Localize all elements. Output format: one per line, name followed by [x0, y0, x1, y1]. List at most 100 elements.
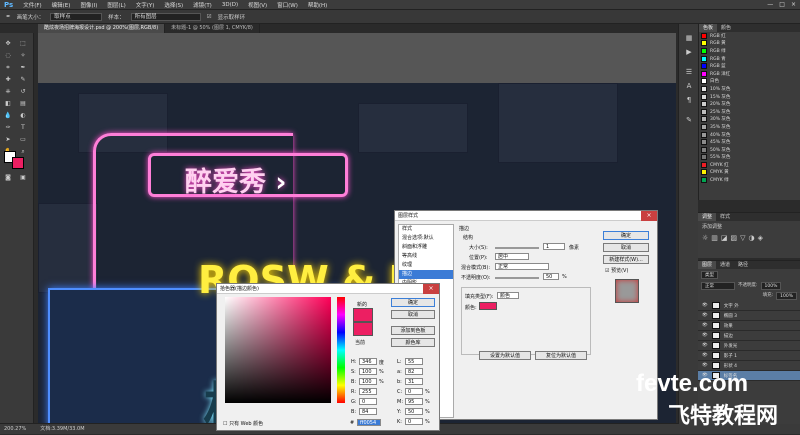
picker-field-input[interactable]: 82 [405, 368, 423, 375]
menu-select[interactable]: 选择(S) [164, 1, 183, 9]
visibility-eye-icon[interactable]: 👁 [702, 303, 708, 308]
screen-mode-icon[interactable]: ▣ [18, 173, 28, 182]
maximize-button[interactable]: □ [779, 1, 785, 8]
properties-icon[interactable]: ☰ [684, 68, 694, 76]
swatch-item[interactable]: CMYK 绿 [699, 176, 800, 184]
healing-brush-icon[interactable]: ✚ [3, 75, 13, 84]
visibility-eye-icon[interactable]: 👁 [702, 363, 708, 368]
swatch-item[interactable]: 50% 灰色 [699, 146, 800, 154]
swatch-item[interactable]: RGB 蓝 [699, 62, 800, 70]
menu-file[interactable]: 文件(F) [23, 1, 41, 9]
swatch-item[interactable]: 55% 灰色 [699, 154, 800, 162]
style-list-item[interactable]: 描边 [399, 270, 453, 279]
menu-filter[interactable]: 滤镜(T) [193, 1, 212, 9]
saturation-brightness-field[interactable] [225, 297, 331, 403]
menu-window[interactable]: 窗口(W) [277, 1, 298, 9]
current-color-swatch[interactable] [353, 322, 373, 336]
set-default-button[interactable]: 设置为默认值 [479, 351, 531, 360]
type-tool-icon[interactable]: T [18, 123, 28, 132]
picker-ok-button[interactable]: 确定 [391, 298, 435, 307]
picker-field-input[interactable]: 100 [359, 368, 377, 375]
picker-field-input[interactable]: 0 [405, 418, 423, 425]
menu-view[interactable]: 视图(V) [248, 1, 267, 9]
background-color-swatch[interactable] [12, 157, 24, 169]
brush-tool-icon[interactable]: ✎ [18, 75, 28, 84]
move-tool-icon[interactable]: ✥ [3, 39, 13, 48]
dialog-close-icon[interactable]: × [641, 211, 657, 221]
swatch-item[interactable]: 25% 灰色 [699, 108, 800, 116]
menu-help[interactable]: 帮助(H) [308, 1, 327, 9]
zoom-tool-icon[interactable]: ⌕ [18, 147, 28, 156]
shape-tool-icon[interactable]: ▭ [18, 135, 28, 144]
swatch-item[interactable]: 30% 灰色 [699, 116, 800, 124]
zoom-level[interactable]: 200.27% [4, 424, 26, 434]
tab-layers[interactable]: 图层 [698, 261, 717, 269]
visibility-eye-icon[interactable]: 👁 [702, 333, 708, 338]
tab-adjustments[interactable]: 调整 [698, 213, 717, 221]
blend-select[interactable]: 正常 [495, 263, 549, 270]
preview-checkbox[interactable]: ☑ 预览(V) [605, 267, 628, 274]
reset-default-button[interactable]: 复位为默认值 [535, 351, 587, 360]
menu-image[interactable]: 图像(I) [80, 1, 97, 9]
menu-edit[interactable]: 编辑(E) [52, 1, 71, 9]
picker-field-input[interactable]: 95 [405, 398, 423, 405]
swatch-item[interactable]: CMYK 红 [699, 161, 800, 169]
style-list-item[interactable]: 纹理 [399, 261, 453, 270]
actions-icon[interactable]: ▶ [684, 48, 694, 56]
fill-input[interactable]: 100% [776, 292, 797, 300]
size-input[interactable]: 1 [543, 243, 565, 250]
eraser-tool-icon[interactable]: ◧ [3, 99, 13, 108]
visibility-eye-icon[interactable]: 👁 [702, 323, 708, 328]
doc-tab-active[interactable]: 酷炫夜场招牌海报设计.psd @ 200%(图层,RGB/8) [38, 24, 166, 33]
blend-mode-select[interactable]: 正常 [701, 282, 735, 290]
position-select[interactable]: 居中 [495, 253, 529, 260]
swatch-item[interactable]: 20% 灰色 [699, 100, 800, 108]
layer-row[interactable]: 👁 椭圆 3 [698, 311, 800, 321]
history-icon[interactable]: ▦ [684, 34, 694, 42]
layer-row[interactable]: 👁 外发光 [698, 341, 800, 351]
tab-paths[interactable]: 路径 [734, 261, 752, 269]
layer-row[interactable]: 👁 效果 [698, 321, 800, 331]
opacity-input[interactable]: 100% [760, 282, 782, 290]
adjust-icons[interactable]: ☼▥◪▨▽◑◈ [698, 232, 800, 244]
menu-layer[interactable]: 图层(L) [107, 1, 125, 9]
swatch-item[interactable]: 15% 灰色 [699, 93, 800, 101]
style-list-item[interactable]: 样式 [399, 225, 453, 234]
ok-button[interactable]: 确定 [603, 231, 649, 240]
history-brush-icon[interactable]: ↺ [18, 87, 28, 96]
layer-row[interactable]: 👁 描边 [698, 331, 800, 341]
fill-type-select[interactable]: 颜色 [497, 292, 519, 299]
picker-field-input[interactable]: 0 [405, 388, 423, 395]
swatch-item[interactable]: 10% 灰色 [699, 85, 800, 93]
pen-tool-icon[interactable]: ✑ [3, 123, 13, 132]
doc-tab[interactable]: 未标题-1 @ 50% (图层 1, CMYK/8) [165, 24, 260, 33]
dodge-tool-icon[interactable]: ◐ [18, 111, 28, 120]
size-slider[interactable] [495, 247, 539, 249]
tab-color[interactable]: 颜色 [717, 24, 735, 32]
swatch-item[interactable]: RGB 黄 [699, 40, 800, 48]
path-select-icon[interactable]: ➤ [3, 135, 13, 144]
opacity-input[interactable]: 50 [543, 273, 559, 280]
magic-wand-icon[interactable]: ✧ [18, 51, 28, 60]
tab-channels[interactable]: 通道 [716, 261, 734, 269]
color-libraries-button[interactable]: 颜色库 [391, 338, 435, 347]
swatch-item[interactable]: 35% 灰色 [699, 123, 800, 131]
picker-field-input[interactable]: 255 [359, 388, 377, 395]
layer-row[interactable]: 👁 文字 外 [698, 301, 800, 311]
swatch-item[interactable]: CMYK 黄 [699, 169, 800, 177]
visibility-eye-icon[interactable]: 👁 [702, 343, 708, 348]
tab-styles[interactable]: 样式 [716, 213, 734, 221]
menu-type[interactable]: 文字(Y) [136, 1, 155, 9]
picker-field-input[interactable]: 55 [405, 358, 423, 365]
character-icon[interactable]: A [684, 82, 694, 90]
minimize-button[interactable]: — [767, 1, 773, 8]
style-list-item[interactable]: 混合选项:默认 [399, 234, 453, 243]
layer-row[interactable]: 👁 影子 1 [698, 351, 800, 361]
quick-mask-icon[interactable]: ◙ [3, 173, 13, 182]
sample-size-select[interactable]: 取样点 [50, 12, 103, 21]
cancel-button[interactable]: 取消 [603, 243, 649, 252]
eyedropper-tool-icon[interactable]: ✒ [18, 63, 28, 72]
gradient-tool-icon[interactable]: ▤ [18, 99, 28, 108]
swatch-item[interactable]: RGB 洋红 [699, 70, 800, 78]
new-style-button[interactable]: 新建样式(W)... [603, 255, 649, 264]
